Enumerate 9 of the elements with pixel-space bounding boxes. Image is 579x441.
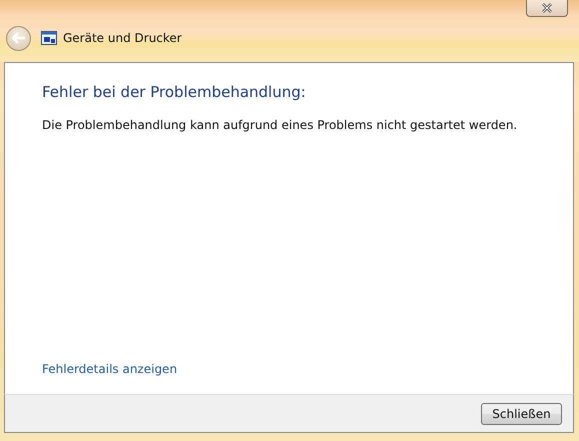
close-icon bbox=[541, 3, 553, 13]
back-arrow-icon bbox=[12, 32, 26, 44]
error-heading: Fehler bei der Problembehandlung: bbox=[42, 83, 307, 101]
window-title: Geräte und Drucker bbox=[63, 31, 182, 45]
back-button[interactable] bbox=[6, 26, 31, 50]
close-dialog-button[interactable]: Schließen bbox=[481, 402, 562, 424]
error-message: Die Problembehandlung kann aufgrund eines Problems nicht gestartet werden. bbox=[42, 118, 518, 132]
error-details-link[interactable]: Fehlerdetails anzeigen bbox=[42, 362, 178, 376]
close-button[interactable] bbox=[526, 0, 568, 17]
